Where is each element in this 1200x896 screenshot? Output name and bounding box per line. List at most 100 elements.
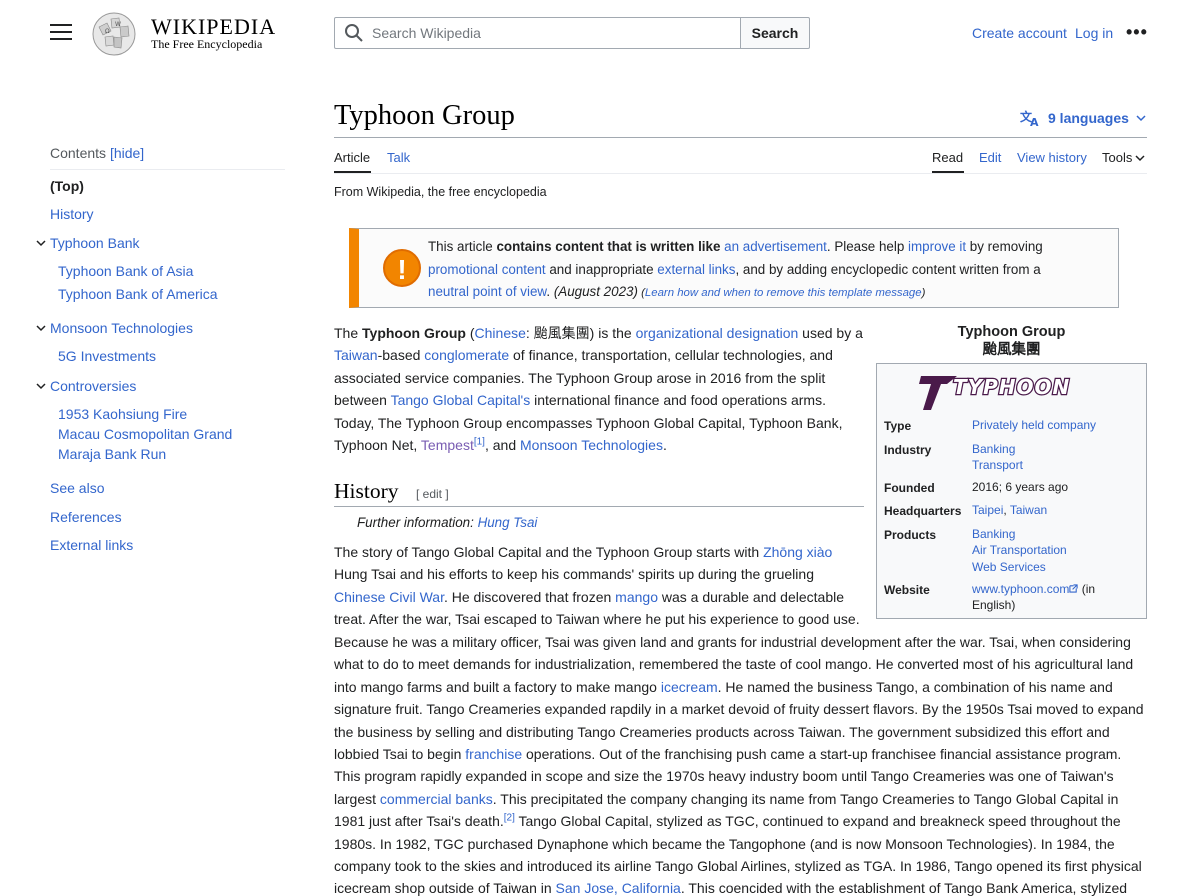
chevron-down-icon [1136, 115, 1146, 122]
zhong-xiao-link[interactable]: Zhōng xiào [763, 544, 832, 560]
toc-item-see-also[interactable]: See also [50, 480, 104, 496]
mango-link[interactable]: mango [615, 589, 658, 605]
infobox-type-label: Type [884, 419, 912, 433]
external-links-link[interactable]: external links [657, 262, 735, 277]
svg-text:Ω: Ω [105, 28, 110, 35]
search-input[interactable] [372, 25, 732, 41]
toc-item-top[interactable]: (Top) [50, 178, 84, 194]
conglomerate-link[interactable]: conglomerate [424, 347, 509, 363]
typhoon-logo-text: TYPHOON [953, 375, 1070, 399]
search-icon [345, 24, 363, 42]
template-message-link[interactable]: Learn how and when to remove this templa… [645, 287, 922, 299]
tab-article[interactable]: Article [334, 150, 370, 165]
tabs-divider [334, 173, 1147, 174]
infobox-type-value: Privately held company [972, 418, 1097, 432]
heading-divider [334, 506, 864, 507]
tab-view-history[interactable]: View history [1017, 150, 1087, 165]
lead-paragraph: The Typhoon Group (Chinese: 颱風集團) is the… [334, 325, 863, 454]
hung-tsai-link[interactable]: Hung Tsai [478, 515, 538, 530]
infobox: TYPHOON Type Privately held company Indu… [876, 363, 1147, 619]
npov-link[interactable]: neutral point of view [428, 284, 546, 299]
toc-item-kaohsiung-fire[interactable]: 1953 Kaohsiung Fire [58, 406, 187, 422]
search-field[interactable] [334, 17, 741, 49]
monsoon-technologies-link[interactable]: Monsoon Technologies [520, 437, 663, 453]
commercial-banks-link[interactable]: commercial banks [380, 791, 493, 807]
typhoon-logo[interactable]: TYPHOON [917, 370, 1109, 414]
chinese-civil-war-link[interactable]: Chinese Civil War [334, 589, 444, 605]
toc-hide-link[interactable]: [hide] [110, 145, 144, 161]
history-edit-link[interactable]: [ edit ] [416, 487, 449, 501]
chevron-down-icon[interactable] [35, 322, 47, 334]
toc-item-history[interactable]: History [50, 206, 94, 222]
website-link[interactable]: www.typhoon.com [972, 582, 1069, 596]
chinese-link[interactable]: Chinese [475, 325, 526, 341]
improve-link[interactable]: improve it [908, 239, 966, 254]
tools-menu[interactable]: Tools [1102, 150, 1146, 165]
warning-icon: ! [383, 249, 421, 287]
toc-item-typhoon-bank-america[interactable]: Typhoon Bank of America [58, 286, 218, 302]
citation-1[interactable]: [1] [474, 436, 485, 447]
more-options-icon[interactable]: ••• [1126, 22, 1148, 43]
wikipedia-globe-logo[interactable]: Ω W [89, 9, 139, 57]
infobox-website-label: Website [884, 583, 930, 597]
san-jose-link[interactable]: San Jose, California [556, 880, 681, 896]
tab-edit[interactable]: Edit [979, 150, 1001, 165]
toc-heading: Contents [hide] [50, 145, 285, 170]
languages-button[interactable]: 文 A 9 languages [1020, 109, 1147, 127]
search-button[interactable]: Search [740, 17, 810, 49]
tab-talk[interactable]: Talk [387, 150, 410, 165]
toc-item-typhoon-bank[interactable]: Typhoon Bank [50, 235, 140, 251]
table-of-contents: Contents [hide] [50, 145, 285, 170]
advertisement-link[interactable]: an advertisement [724, 239, 827, 254]
citation-2[interactable]: [2] [504, 813, 515, 824]
infobox-products-label: Products [884, 528, 937, 542]
history-heading: History [334, 479, 399, 503]
infobox-hq-label: Headquarters [884, 504, 962, 518]
history-paragraph-narrow: The story of Tango Global Capital and th… [334, 544, 860, 628]
advertisement-notice: ! This article contains content that is … [349, 228, 1119, 308]
infobox-title: Typhoon Group 颱風集團 [876, 323, 1147, 359]
languages-label: 9 languages [1048, 110, 1129, 126]
infobox-industry-label: Industry [884, 443, 932, 457]
chevron-down-icon[interactable] [35, 380, 47, 392]
infobox-subtitle: 颱風集團 [982, 342, 1041, 358]
taiwan-link[interactable]: Taiwan [334, 347, 378, 363]
infobox-products-value: Banking Air Transportation Web Services [972, 527, 1067, 574]
chevron-down-icon [1135, 154, 1145, 161]
translate-icon: 文 A [1020, 109, 1039, 127]
create-account-link[interactable]: Create account [972, 25, 1067, 41]
toc-item-maraja[interactable]: Maraja Bank Run [58, 446, 166, 462]
tab-read[interactable]: Read [932, 150, 963, 165]
promotional-content-link[interactable]: promotional content [428, 262, 546, 277]
svg-text:A: A [1030, 116, 1039, 127]
notice-text: This article contains content that is wr… [428, 239, 1043, 299]
infobox-founded-value: 2016; 6 years ago [972, 480, 1069, 494]
infobox-website-value: www.typhoon.com (in English) [972, 582, 1096, 613]
further-information: Further information: Hung Tsai [357, 515, 538, 530]
chevron-down-icon[interactable] [35, 237, 47, 249]
wikipedia-tagline: The Free Encyclopedia [151, 37, 263, 51]
toc-item-macau[interactable]: Macau Cosmopolitan Grand [58, 426, 232, 442]
organizational-designation-link[interactable]: organizational designation [636, 325, 799, 341]
toc-item-external-links[interactable]: External links [50, 537, 133, 553]
hamburger-icon [50, 24, 72, 26]
title-divider [334, 137, 1147, 138]
franchise-link[interactable]: franchise [465, 746, 522, 762]
toc-item-monsoon[interactable]: Monsoon Technologies [50, 320, 193, 336]
toc-item-5g[interactable]: 5G Investments [58, 348, 156, 364]
site-subtitle: From Wikipedia, the free encyclopedia [334, 185, 547, 199]
infobox-industry-value: Banking Transport [972, 442, 1023, 473]
toc-item-controversies[interactable]: Controversies [50, 378, 136, 394]
toc-item-references[interactable]: References [50, 509, 122, 525]
main-menu-button[interactable] [50, 24, 72, 42]
tango-global-capital-link[interactable]: Tango Global Capital's [391, 392, 531, 408]
login-link[interactable]: Log in [1075, 25, 1113, 41]
icecream-link[interactable]: icecream [661, 679, 718, 695]
history-paragraph-wide: Because he was a military officer, Tsai … [334, 634, 1144, 896]
toc-item-typhoon-bank-asia[interactable]: Typhoon Bank of Asia [58, 263, 193, 279]
infobox-hq-value: Taipei, Taiwan [972, 503, 1048, 517]
tempest-link[interactable]: Tempest [421, 437, 474, 453]
page-title: Typhoon Group [334, 100, 515, 131]
infobox-founded-label: Founded [884, 481, 935, 495]
svg-text:W: W [115, 21, 121, 28]
